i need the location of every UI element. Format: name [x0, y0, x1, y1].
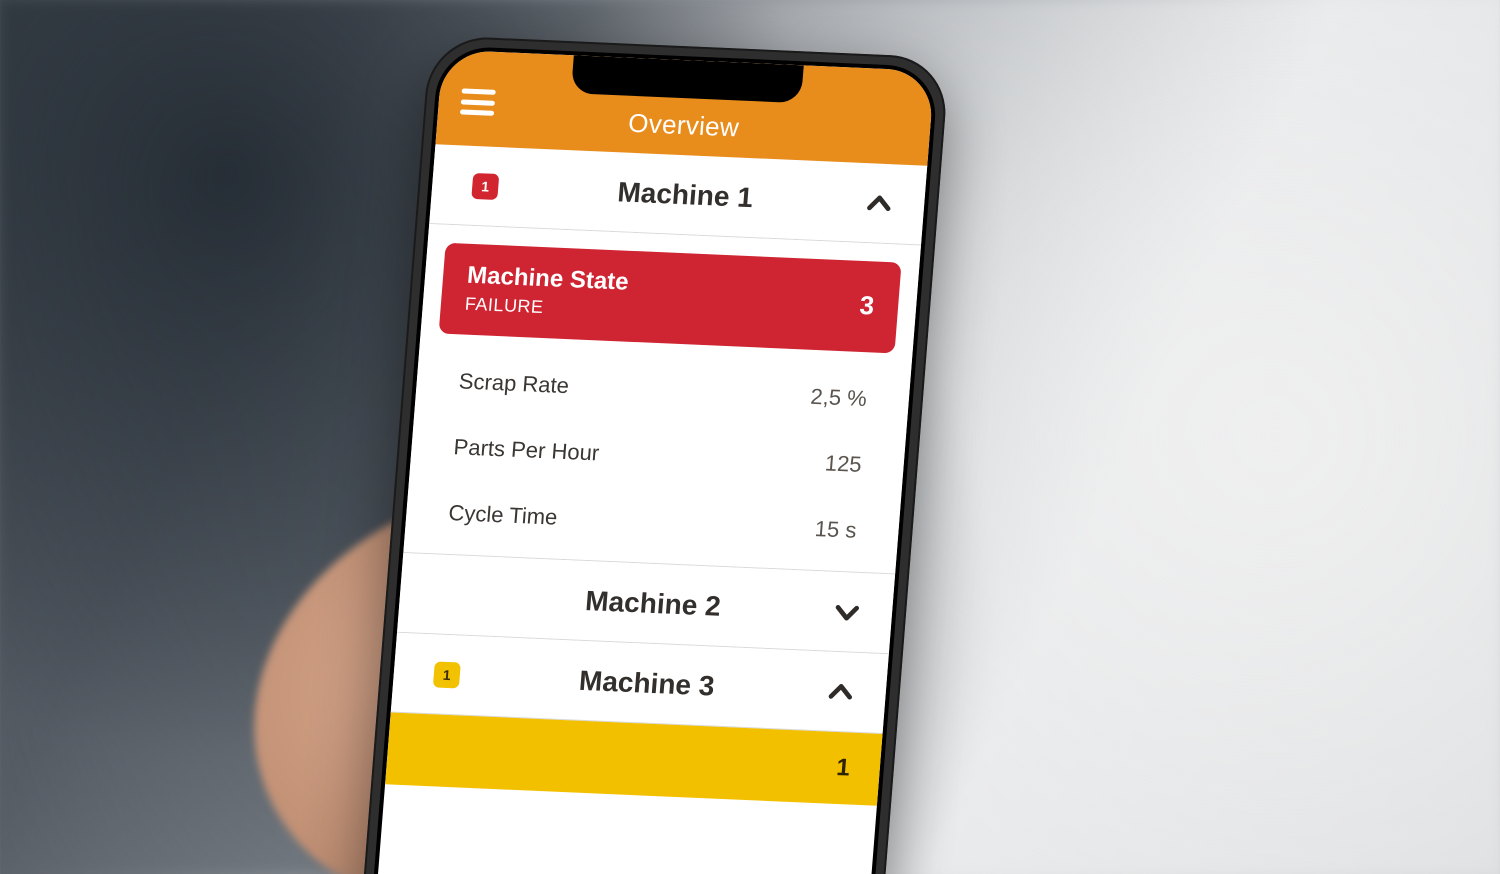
page-title: Overview [627, 108, 740, 144]
chevron-up-icon [825, 676, 857, 707]
metric-value: 15 s [814, 516, 858, 544]
machine-name: Machine 2 [473, 580, 833, 628]
alert-badge: 1 [471, 172, 499, 199]
phone-bezel: Overview 1 Machine 1 Machine State FA [364, 45, 939, 874]
machine-name: Machine 1 [505, 171, 865, 219]
machine-state-card[interactable]: Machine State FAILURE 3 [439, 243, 902, 354]
alert-badge: 1 [433, 661, 461, 688]
metric-value: 2,5 % [810, 384, 868, 412]
menu-icon[interactable] [460, 88, 496, 115]
metric-label: Parts Per Hour [453, 434, 826, 476]
machine-panel-1: Machine State FAILURE 3 Scrap Rate 2,5 %… [403, 224, 921, 574]
phone-screen: Overview 1 Machine 1 Machine State FA [368, 50, 935, 874]
phone-case: Overview 1 Machine 1 Machine State FA [353, 35, 950, 874]
metric-label: Scrap Rate [458, 368, 812, 409]
machine-state-code: 3 [858, 290, 875, 322]
metric-label: Cycle Time [448, 500, 816, 542]
machine-name: Machine 3 [467, 659, 827, 707]
metric-value: 125 [824, 450, 863, 478]
alert-value: 1 [835, 754, 851, 782]
chevron-up-icon [863, 188, 895, 219]
badge-placeholder [440, 594, 466, 595]
phone: Overview 1 Machine 1 Machine State FA [353, 35, 950, 874]
chevron-down-icon [831, 596, 863, 627]
